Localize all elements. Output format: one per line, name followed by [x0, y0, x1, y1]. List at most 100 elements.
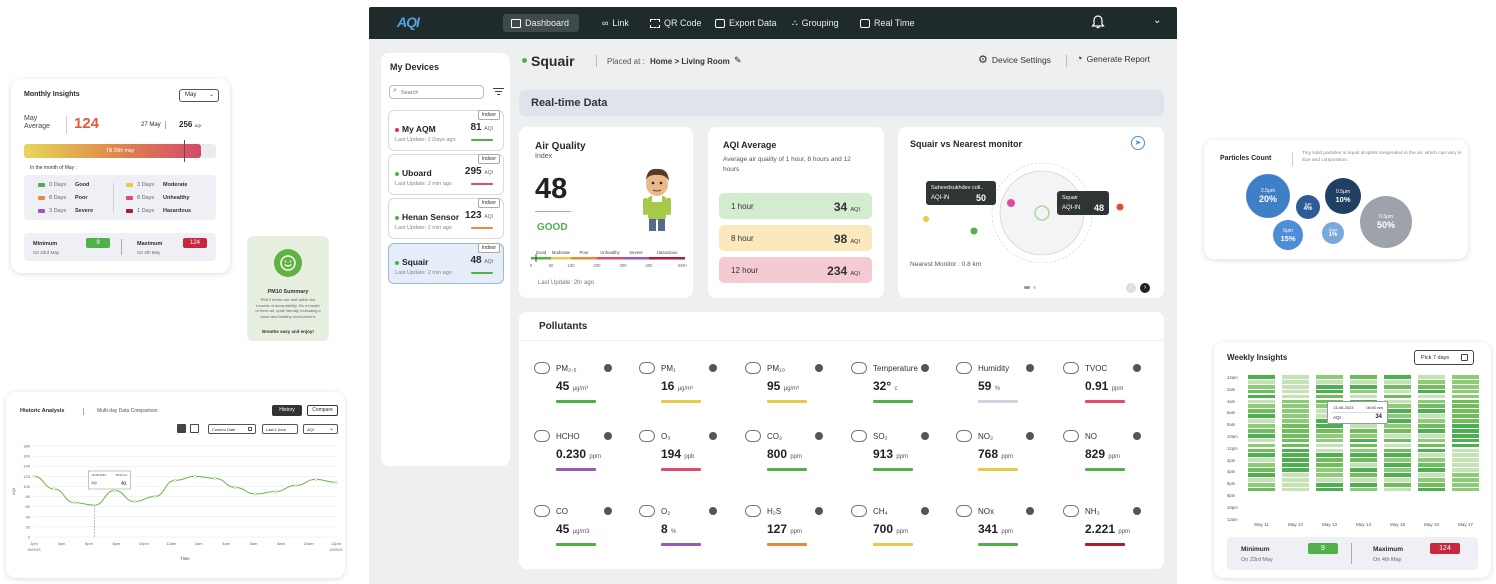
parameter-select[interactable]: AQI ⌄ — [303, 424, 338, 434]
data-point[interactable] — [334, 480, 338, 484]
heatmap-cell[interactable] — [1282, 414, 1309, 418]
data-point[interactable] — [72, 501, 76, 505]
heatmap-cell[interactable] — [1282, 468, 1309, 472]
pollutant-item[interactable]: SO₂ 913 ppm — [851, 430, 941, 490]
pollutant-item[interactable]: Humidity 59 % — [956, 362, 1046, 422]
heatmap-cell[interactable] — [1350, 473, 1377, 477]
data-point[interactable] — [233, 485, 237, 490]
device-card[interactable]: Indoor Squair Last Update: 2 min ago 48 AQI — [388, 243, 504, 284]
heatmap-cell[interactable] — [1282, 375, 1309, 379]
pick-days-button[interactable]: Pick 7 days — [1414, 350, 1474, 365]
heatmap-cell[interactable] — [1316, 428, 1343, 433]
heatmap-cell[interactable] — [1282, 433, 1309, 438]
heatmap-cell[interactable] — [1418, 424, 1445, 428]
heatmap-cell[interactable] — [1418, 428, 1445, 433]
heatmap-cell[interactable] — [1248, 404, 1275, 409]
heatmap-cell[interactable] — [1452, 428, 1479, 433]
heatmap-cell[interactable] — [1418, 468, 1445, 472]
info-icon[interactable] — [709, 364, 717, 372]
nav-export-data[interactable]: Export Data — [715, 14, 777, 32]
heatmap-cell[interactable] — [1316, 468, 1343, 472]
heatmap-cell[interactable] — [1248, 409, 1275, 414]
heatmap-cell[interactable] — [1248, 458, 1275, 463]
heatmap-cell[interactable] — [1282, 424, 1309, 428]
heatmap-cell[interactable] — [1384, 443, 1411, 448]
heatmap-cell[interactable] — [1418, 477, 1445, 482]
heatmap-cell[interactable] — [1452, 463, 1479, 467]
heatmap-cell[interactable] — [1384, 438, 1411, 443]
nav-grouping[interactable]: ⛬ Grouping — [792, 14, 839, 32]
heatmap-cell[interactable] — [1316, 448, 1343, 453]
heatmap-cell[interactable] — [1282, 379, 1309, 384]
heatmap-cell[interactable] — [1418, 438, 1445, 443]
navigation-icon[interactable]: ➤ — [1131, 136, 1145, 150]
heatmap-cell[interactable] — [1282, 448, 1309, 453]
pollutant-item[interactable]: CH₄ 700 ppm — [851, 505, 941, 565]
heatmap-cell[interactable] — [1282, 394, 1309, 399]
device-card[interactable]: Indoor Henan Sensor Last Update: 2 min ago… — [388, 198, 504, 239]
heatmap-cell[interactable] — [1316, 473, 1343, 477]
pollutant-item[interactable]: NOx 341 ppm — [956, 505, 1046, 565]
info-icon[interactable] — [921, 507, 929, 515]
compare-button[interactable]: Compare — [307, 405, 338, 416]
heatmap-cell[interactable] — [1282, 473, 1309, 477]
heatmap-cell[interactable] — [1384, 448, 1411, 453]
heatmap-cell[interactable] — [1316, 482, 1343, 487]
heatmap-cell[interactable] — [1316, 477, 1343, 482]
heatmap-cell[interactable] — [1418, 375, 1445, 379]
heatmap-cell[interactable] — [1452, 409, 1479, 414]
pollutant-item[interactable]: O₃ 194 ppb — [639, 430, 729, 490]
heatmap-cell[interactable] — [1282, 384, 1309, 389]
interval-select[interactable]: Last 1 hour — [262, 424, 298, 434]
heatmap-cell[interactable] — [1452, 424, 1479, 428]
heatmap-cell[interactable] — [1452, 433, 1479, 438]
heatmap-cell[interactable] — [1418, 453, 1445, 458]
heatmap-cell[interactable] — [1418, 487, 1445, 492]
heatmap-cell[interactable] — [1384, 399, 1411, 404]
heatmap-cell[interactable] — [1316, 389, 1343, 394]
heatmap-cell[interactable] — [1316, 424, 1343, 428]
info-icon[interactable] — [921, 432, 929, 440]
info-icon[interactable] — [1133, 507, 1141, 515]
heatmap-cell[interactable] — [1418, 394, 1445, 399]
heatmap-cell[interactable] — [1248, 448, 1275, 453]
bell-icon[interactable] — [1091, 13, 1105, 34]
heatmap-cell[interactable] — [1384, 409, 1411, 414]
heatmap-cell[interactable] — [1316, 443, 1343, 448]
heatmap-cell[interactable] — [1452, 394, 1479, 399]
info-icon[interactable] — [815, 507, 823, 515]
heatmap-cell[interactable] — [1316, 394, 1343, 399]
data-point[interactable] — [314, 477, 318, 481]
heatmap-cell[interactable] — [1350, 477, 1377, 482]
heatmap-cell[interactable] — [1384, 453, 1411, 458]
heatmap-cell[interactable] — [1248, 414, 1275, 418]
pollutant-item[interactable]: CO 45 μg/m3 — [534, 505, 624, 565]
heatmap-cell[interactable] — [1350, 463, 1377, 467]
heatmap-cell[interactable] — [1316, 384, 1343, 389]
heatmap-cell[interactable] — [1248, 443, 1275, 448]
heatmap-cell[interactable] — [1350, 428, 1377, 433]
heatmap-cell[interactable] — [1384, 424, 1411, 428]
heatmap-cell[interactable] — [1248, 419, 1275, 423]
data-point[interactable] — [294, 483, 298, 487]
heatmap-cell[interactable] — [1282, 443, 1309, 448]
heatmap-cell[interactable] — [1452, 389, 1479, 394]
pollutant-item[interactable]: NO₂ 768 ppm — [956, 430, 1046, 490]
heatmap-cell[interactable] — [1384, 379, 1411, 384]
line-chart-toggle-icon[interactable] — [177, 424, 186, 433]
heatmap-cell[interactable] — [1452, 473, 1479, 477]
heatmap-cell[interactable] — [1316, 458, 1343, 463]
pollutant-item[interactable]: NH₃ 2.221 ppm — [1063, 505, 1153, 565]
heatmap-cell[interactable] — [1350, 453, 1377, 458]
data-point[interactable] — [153, 495, 157, 499]
pollutant-item[interactable]: CO₂ 800 ppm — [745, 430, 835, 490]
heatmap-cell[interactable] — [1248, 473, 1275, 477]
next-arrow-icon[interactable]: › — [1140, 283, 1150, 293]
pollutant-item[interactable]: O₂ 8 % — [639, 505, 729, 565]
heatmap-cell[interactable] — [1418, 458, 1445, 463]
data-point[interactable] — [112, 488, 117, 493]
heatmap-cell[interactable] — [1384, 394, 1411, 399]
heatmap-cell[interactable] — [1316, 463, 1343, 467]
heatmap-cell[interactable] — [1282, 477, 1309, 482]
heatmap-cell[interactable] — [1384, 463, 1411, 467]
